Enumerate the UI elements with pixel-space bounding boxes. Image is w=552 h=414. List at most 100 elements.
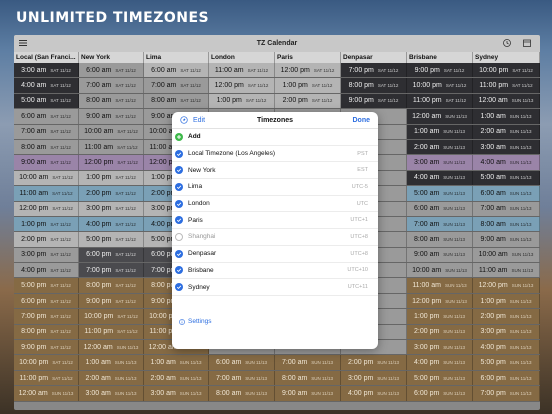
checkmark-icon[interactable] [175, 266, 183, 275]
time-cell[interactable]: 5:00 am SUN 11/13 [407, 186, 473, 201]
time-cell[interactable]: 11:00 amSAT 11/12 [14, 186, 79, 201]
time-cell[interactable]: 1:00 pmSAT 11/12 [79, 170, 144, 186]
time-cell[interactable]: 12:00 pmSAT 11/12 [79, 155, 144, 170]
time-cell[interactable]: 3:00 pmSAT 11/12 [14, 247, 79, 263]
time-cell[interactable]: 1:00 am SUN 11/13 [79, 355, 144, 370]
time-cell[interactable]: 3:00 am SUN 11/13 [407, 155, 473, 170]
time-cell[interactable]: 2:00 am SUN 11/13 [473, 124, 540, 139]
time-cell[interactable]: 6:00 am SAT 11/12 [14, 109, 79, 124]
time-cell[interactable]: 3:00 pm SUN 11/13 [473, 324, 540, 340]
time-cell[interactable]: 5:00 pm SUN 11/13 [407, 370, 473, 386]
time-cell[interactable]: 5:00 pmSAT 11/12 [14, 278, 79, 293]
time-cell[interactable]: 7:00 pmSAT 11/12 [341, 63, 407, 78]
timezone-row[interactable]: Brisbane UTC+10 [172, 263, 378, 280]
time-cell[interactable]: 7:00 am SUN 11/13 [407, 216, 473, 232]
time-cell[interactable]: 3:00 am SUN 11/13 [473, 139, 540, 155]
time-cell[interactable]: 5:00 pm SUN 11/13 [473, 355, 540, 370]
timezone-row[interactable]: Lima UTC-5 [172, 179, 378, 196]
column-header[interactable]: Lima [144, 52, 209, 63]
time-cell[interactable]: 3:00 pmSAT 11/12 [79, 201, 144, 216]
time-cell[interactable]: 12:00 pm SUN 11/13 [407, 293, 473, 309]
history-icon[interactable] [502, 38, 512, 48]
time-cell[interactable]: 11:00 pmSAT 11/12 [79, 324, 144, 340]
time-cell[interactable]: 7:00 pmSAT 11/12 [79, 263, 144, 278]
time-cell[interactable]: 12:00 pmSAT 11/12 [14, 201, 79, 216]
time-cell[interactable]: 4:00 am SUN 11/13 [473, 155, 540, 170]
time-cell[interactable]: 3:00 pm SUN 11/13 [407, 340, 473, 355]
checkmark-icon[interactable] [175, 283, 183, 292]
time-cell[interactable]: 9:00 pmSAT 11/12 [14, 340, 79, 355]
time-cell[interactable]: 8:00 am SAT 11/12 [14, 139, 79, 155]
time-cell[interactable]: 5:00 pmSAT 11/12 [79, 232, 144, 247]
add-timezone-row[interactable]: Add [172, 129, 378, 146]
time-cell[interactable]: 9:00 amSAT 11/12 [14, 155, 79, 170]
checkmark-icon[interactable] [175, 249, 183, 258]
time-cell[interactable]: 4:00 pmSAT 11/12 [79, 216, 144, 232]
time-cell[interactable]: 6:00 pmSAT 11/12 [79, 247, 144, 263]
settings-button[interactable]: Settings [179, 318, 212, 325]
time-cell[interactable]: 10:00 pmSAT 11/12 [79, 309, 144, 324]
time-cell[interactable]: 10:00 am SUN 11/13 [473, 247, 540, 263]
time-cell[interactable]: 6:00 am SAT 11/12 [144, 63, 209, 78]
time-cell[interactable]: 7:00 pmSAT 11/12 [14, 309, 79, 324]
time-cell[interactable]: 7:00 am SAT 11/12 [79, 78, 144, 93]
time-cell[interactable]: 8:00 pmSAT 11/12 [79, 278, 144, 293]
timezone-row[interactable]: London UTC [172, 196, 378, 213]
time-cell[interactable]: 11:00 pmSAT 11/12 [407, 93, 473, 109]
time-cell[interactable]: 2:00 pm SUN 11/13 [407, 324, 473, 340]
time-cell[interactable]: 8:00 pmSAT 11/12 [14, 324, 79, 340]
time-cell[interactable]: 1:00 pm SUN 11/13 [407, 309, 473, 324]
time-cell[interactable]: 2:00 pmSAT 11/12 [275, 93, 341, 109]
time-cell[interactable]: 10:00 pmSAT 11/12 [14, 355, 79, 370]
time-cell[interactable]: 10:00 amSAT 11/12 [79, 124, 144, 139]
timezone-row[interactable]: Sydney UTC+11 [172, 279, 378, 296]
column-header[interactable]: Local (San Franci... [14, 52, 79, 63]
list-icon[interactable] [18, 38, 28, 48]
time-cell[interactable]: 11:00 amSAT 11/12 [209, 63, 275, 78]
time-cell[interactable]: 12:00 pm SUN 11/13 [473, 278, 540, 293]
checkmark-icon[interactable] [175, 182, 183, 191]
time-cell[interactable]: 10:00 pmSAT 11/12 [407, 78, 473, 93]
time-cell[interactable]: 11:00 am SUN 11/13 [407, 278, 473, 293]
time-cell[interactable]: 2:00 am SUN 11/13 [407, 139, 473, 155]
time-cell[interactable]: 5:00 am SAT 11/12 [14, 93, 79, 109]
time-cell[interactable]: 3:00 am SAT 11/12 [14, 63, 79, 78]
time-cell[interactable]: 3:00 pm SUN 11/13 [341, 370, 407, 386]
timezone-row[interactable]: Denpasar UTC+8 [172, 246, 378, 263]
time-cell[interactable]: 4:00 am SUN 11/13 [407, 170, 473, 186]
time-cell[interactable]: 8:00 am SUN 11/13 [209, 386, 275, 401]
column-header[interactable]: Sydney [473, 52, 540, 63]
time-cell[interactable]: 11:00 pmSAT 11/12 [473, 78, 540, 93]
time-cell[interactable]: 9:00 pmSAT 11/12 [79, 293, 144, 309]
time-cell[interactable]: 3:00 am SUN 11/13 [144, 386, 209, 401]
column-header[interactable]: London [209, 52, 275, 63]
time-cell[interactable]: 2:00 pmSAT 11/12 [79, 186, 144, 201]
time-cell[interactable]: 7:00 am SUN 11/13 [473, 201, 540, 216]
time-cell[interactable]: 6:00 am SUN 11/13 [407, 201, 473, 216]
time-cell[interactable]: 7:00 am SUN 11/13 [209, 370, 275, 386]
time-cell[interactable]: 2:00 am SUN 11/13 [79, 370, 144, 386]
checkmark-icon[interactable] [175, 149, 183, 158]
timezone-row[interactable]: Local Timezone (Los Angeles) PST [172, 146, 378, 163]
time-cell[interactable]: 7:00 am SUN 11/13 [275, 355, 341, 370]
time-cell[interactable]: 1:00 pm SUN 11/13 [473, 293, 540, 309]
time-cell[interactable]: 10:00 pmSAT 11/12 [473, 63, 540, 78]
time-cell[interactable]: 1:00 am SUN 11/13 [407, 124, 473, 139]
time-cell[interactable]: 8:00 am SAT 11/12 [79, 93, 144, 109]
time-cell[interactable]: 12:00 pmSAT 11/12 [209, 78, 275, 93]
time-cell[interactable]: 9:00 am SUN 11/13 [275, 386, 341, 401]
time-cell[interactable]: 1:00 pmSAT 11/12 [275, 78, 341, 93]
time-cell[interactable]: 4:00 pmSAT 11/12 [14, 263, 79, 278]
time-cell[interactable]: 1:00 pmSAT 11/12 [14, 216, 79, 232]
time-cell[interactable]: 4:00 pm SUN 11/13 [341, 386, 407, 401]
time-cell[interactable]: 9:00 am SUN 11/13 [407, 247, 473, 263]
column-header[interactable]: Brisbane [407, 52, 473, 63]
time-cell[interactable]: 6:00 pmSAT 11/12 [14, 293, 79, 309]
time-cell[interactable]: 10:00 am SUN 11/13 [407, 263, 473, 278]
time-cell[interactable]: 4:00 am SAT 11/12 [14, 78, 79, 93]
time-cell[interactable]: 1:00 am SUN 11/13 [473, 109, 540, 124]
time-cell[interactable]: 5:00 am SUN 11/13 [473, 170, 540, 186]
time-cell[interactable]: 2:00 pm SUN 11/13 [473, 309, 540, 324]
time-cell[interactable]: 6:00 am SUN 11/13 [209, 355, 275, 370]
time-cell[interactable]: 12:00 pmSAT 11/12 [275, 63, 341, 78]
